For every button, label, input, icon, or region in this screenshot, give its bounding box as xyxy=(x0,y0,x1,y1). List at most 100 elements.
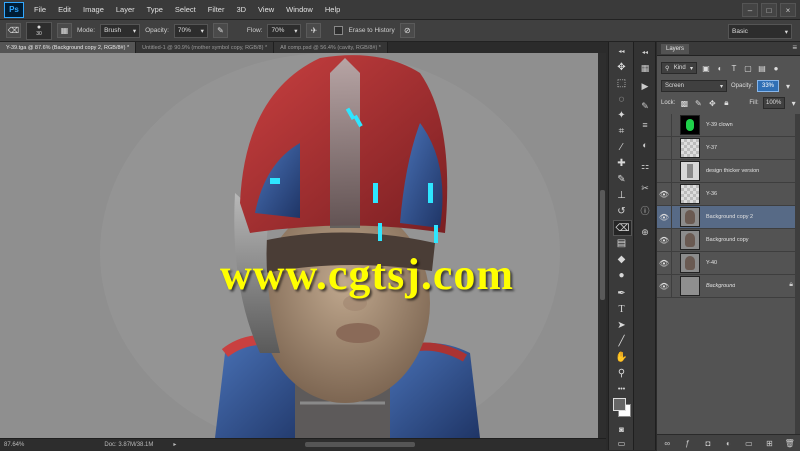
menu-filter[interactable]: Filter xyxy=(202,5,231,14)
layer-style-fx-icon[interactable]: ƒ xyxy=(682,438,694,448)
visibility-toggle[interactable] xyxy=(657,114,672,136)
layer-row[interactable]: 👁︎ Background copy 2 xyxy=(657,206,800,229)
blur-tool-icon[interactable]: ◆ xyxy=(613,252,630,266)
paths-panel-icon[interactable]: ✂ xyxy=(638,182,652,195)
new-layer-icon[interactable]: ⊞ xyxy=(763,438,775,448)
crop-tool-icon[interactable]: ⌗ xyxy=(613,124,630,138)
menu-help[interactable]: Help xyxy=(319,5,346,14)
screen-mode-icon[interactable]: ▭ xyxy=(613,436,630,450)
visibility-toggle[interactable]: 👁︎ xyxy=(657,229,672,251)
new-group-icon[interactable]: ▭ xyxy=(743,438,755,448)
marquee-tool-icon[interactable]: ⬚ xyxy=(613,76,630,90)
eraser-tool-preset-icon[interactable]: ⌫ xyxy=(6,23,21,38)
eyedropper-tool-icon[interactable]: ⁄ xyxy=(613,140,630,154)
flow-input[interactable]: 70% ▾ xyxy=(267,23,302,38)
menu-view[interactable]: View xyxy=(252,5,280,14)
clone-source-icon[interactable]: ⊕ xyxy=(638,226,652,239)
clone-stamp-tool-icon[interactable]: ⊥ xyxy=(613,188,630,202)
menu-type[interactable]: Type xyxy=(141,5,169,14)
minimize-button[interactable]: – xyxy=(742,3,758,17)
lasso-tool-icon[interactable]: ◌ xyxy=(613,92,630,106)
layers-scrollbar[interactable] xyxy=(795,114,800,434)
layer-row[interactable]: 👁︎ Y-40 xyxy=(657,252,800,275)
path-selection-tool-icon[interactable]: ➤ xyxy=(613,318,630,332)
eraser-tool-icon[interactable]: ⌫ xyxy=(613,220,632,236)
quick-select-tool-icon[interactable]: ✦ xyxy=(613,108,630,122)
pressure-size-icon[interactable]: ⊘ xyxy=(399,23,415,38)
menu-window[interactable]: Window xyxy=(280,5,319,14)
filter-shape-icon[interactable]: ▢ xyxy=(743,63,753,73)
pen-tool-icon[interactable]: ✒ xyxy=(613,286,630,300)
move-tool-icon[interactable]: ✥ xyxy=(613,60,630,74)
lock-transparent-icon[interactable]: ▩ xyxy=(679,98,689,108)
visibility-toggle[interactable]: 👁︎ xyxy=(657,252,672,274)
canvas-vertical-scroll-thumb[interactable] xyxy=(600,190,605,300)
hand-tool-icon[interactable]: ✋ xyxy=(613,350,630,364)
filter-type-icon[interactable]: T xyxy=(729,63,739,73)
filter-smart-object-icon[interactable]: ▤ xyxy=(757,63,767,73)
link-layers-icon[interactable]: ∞ xyxy=(661,438,673,448)
panel-collapse-icon[interactable]: ◂◂ xyxy=(613,44,630,58)
filter-toggle-icon[interactable]: ● xyxy=(771,63,781,73)
tab-document-2[interactable]: Untitled-1 @ 90.9% (mother symbol copy, … xyxy=(136,42,275,53)
layer-row[interactable]: Y-39 clown xyxy=(657,114,800,137)
fill-input[interactable]: 100% xyxy=(762,97,785,109)
workspace-select[interactable]: Basic ▾ xyxy=(728,24,792,39)
layer-row[interactable]: Y-37 xyxy=(657,137,800,160)
pressure-opacity-icon[interactable]: ✎ xyxy=(212,23,228,38)
menu-3d[interactable]: 3D xyxy=(230,5,252,14)
adjustments-panel-icon[interactable]: ◐ xyxy=(638,138,652,151)
filter-pixel-icon[interactable]: ▣ xyxy=(701,63,711,73)
visibility-toggle[interactable]: 👁︎ xyxy=(657,275,672,297)
layer-opacity-input[interactable]: 33% xyxy=(757,80,780,92)
chevron-down-icon[interactable]: ▾ xyxy=(789,98,799,108)
adjustment-layer-icon[interactable]: ◐ xyxy=(722,438,734,448)
zoom-level[interactable]: 87.64% xyxy=(4,442,24,448)
menu-select[interactable]: Select xyxy=(169,5,202,14)
status-menu-arrow-icon[interactable]: ▸ xyxy=(173,441,176,448)
airbrush-icon[interactable]: ✈ xyxy=(306,23,322,38)
document-canvas[interactable]: www.cgtsj.com xyxy=(0,53,598,438)
foreground-color-swatch[interactable] xyxy=(613,398,626,411)
brush-panel-icon[interactable]: ✎ xyxy=(638,100,652,113)
add-mask-icon[interactable]: ◘ xyxy=(702,438,714,448)
tab-layers[interactable]: Layers xyxy=(661,44,690,54)
visibility-toggle[interactable] xyxy=(657,137,672,159)
gradient-tool-icon[interactable]: ▤ xyxy=(613,236,630,250)
trash-icon[interactable]: 🗑︎ xyxy=(784,438,796,448)
healing-brush-tool-icon[interactable]: ✚ xyxy=(613,156,630,170)
history-brush-tool-icon[interactable]: ↺ xyxy=(613,204,630,218)
properties-panel-icon[interactable]: ≡ xyxy=(638,118,652,131)
panel-expand-icon[interactable]: ◂◂ xyxy=(638,46,652,59)
layer-row[interactable]: 👁︎ Y-36 xyxy=(657,183,800,206)
blend-mode-select[interactable]: Screen ▾ xyxy=(661,80,727,92)
filter-adjustment-icon[interactable]: ◐ xyxy=(715,63,725,73)
brush-panel-toggle-icon[interactable]: ▦ xyxy=(57,23,72,38)
type-tool-icon[interactable]: T xyxy=(613,302,630,316)
more-tools-icon[interactable]: ••• xyxy=(613,382,630,396)
dodge-tool-icon[interactable]: ● xyxy=(613,268,630,282)
tab-document-1[interactable]: Y-39.tga @ 87.6% (Background copy 2, RGB… xyxy=(0,42,137,53)
opacity-input[interactable]: 70% ▾ xyxy=(173,23,208,38)
close-button[interactable]: × xyxy=(780,3,796,17)
panel-menu-icon[interactable]: ≡ xyxy=(792,43,797,52)
menu-layer[interactable]: Layer xyxy=(110,5,141,14)
visibility-toggle[interactable] xyxy=(657,160,672,182)
channels-panel-icon[interactable]: ⚏ xyxy=(638,160,652,173)
canvas-horizontal-scroll-thumb[interactable] xyxy=(305,442,415,447)
menu-file[interactable]: File xyxy=(28,5,52,14)
tab-document-3[interactable]: All comp.psd @ 56.4% (cavity, RGB/8#) * xyxy=(274,42,388,53)
lock-all-icon[interactable]: 🔒︎ xyxy=(721,98,731,108)
visibility-toggle[interactable]: 👁︎ xyxy=(657,183,672,205)
erase-history-checkbox[interactable] xyxy=(334,26,344,35)
visibility-toggle[interactable]: 👁︎ xyxy=(657,206,672,228)
menu-image[interactable]: Image xyxy=(77,5,110,14)
actions-panel-icon[interactable]: ▶ xyxy=(638,80,652,93)
layer-row[interactable]: 👁︎ Background 🔒︎ xyxy=(657,275,800,298)
chevron-down-icon[interactable]: ▾ xyxy=(783,81,793,91)
layer-filter-kind-select[interactable]: ⚲ Kind ▾ xyxy=(661,62,697,74)
maximize-button[interactable]: □ xyxy=(761,3,777,17)
brush-tool-icon[interactable]: ✎ xyxy=(613,172,630,186)
quick-mask-icon[interactable]: ◙ xyxy=(613,422,630,436)
line-tool-icon[interactable]: ╱ xyxy=(613,334,630,348)
